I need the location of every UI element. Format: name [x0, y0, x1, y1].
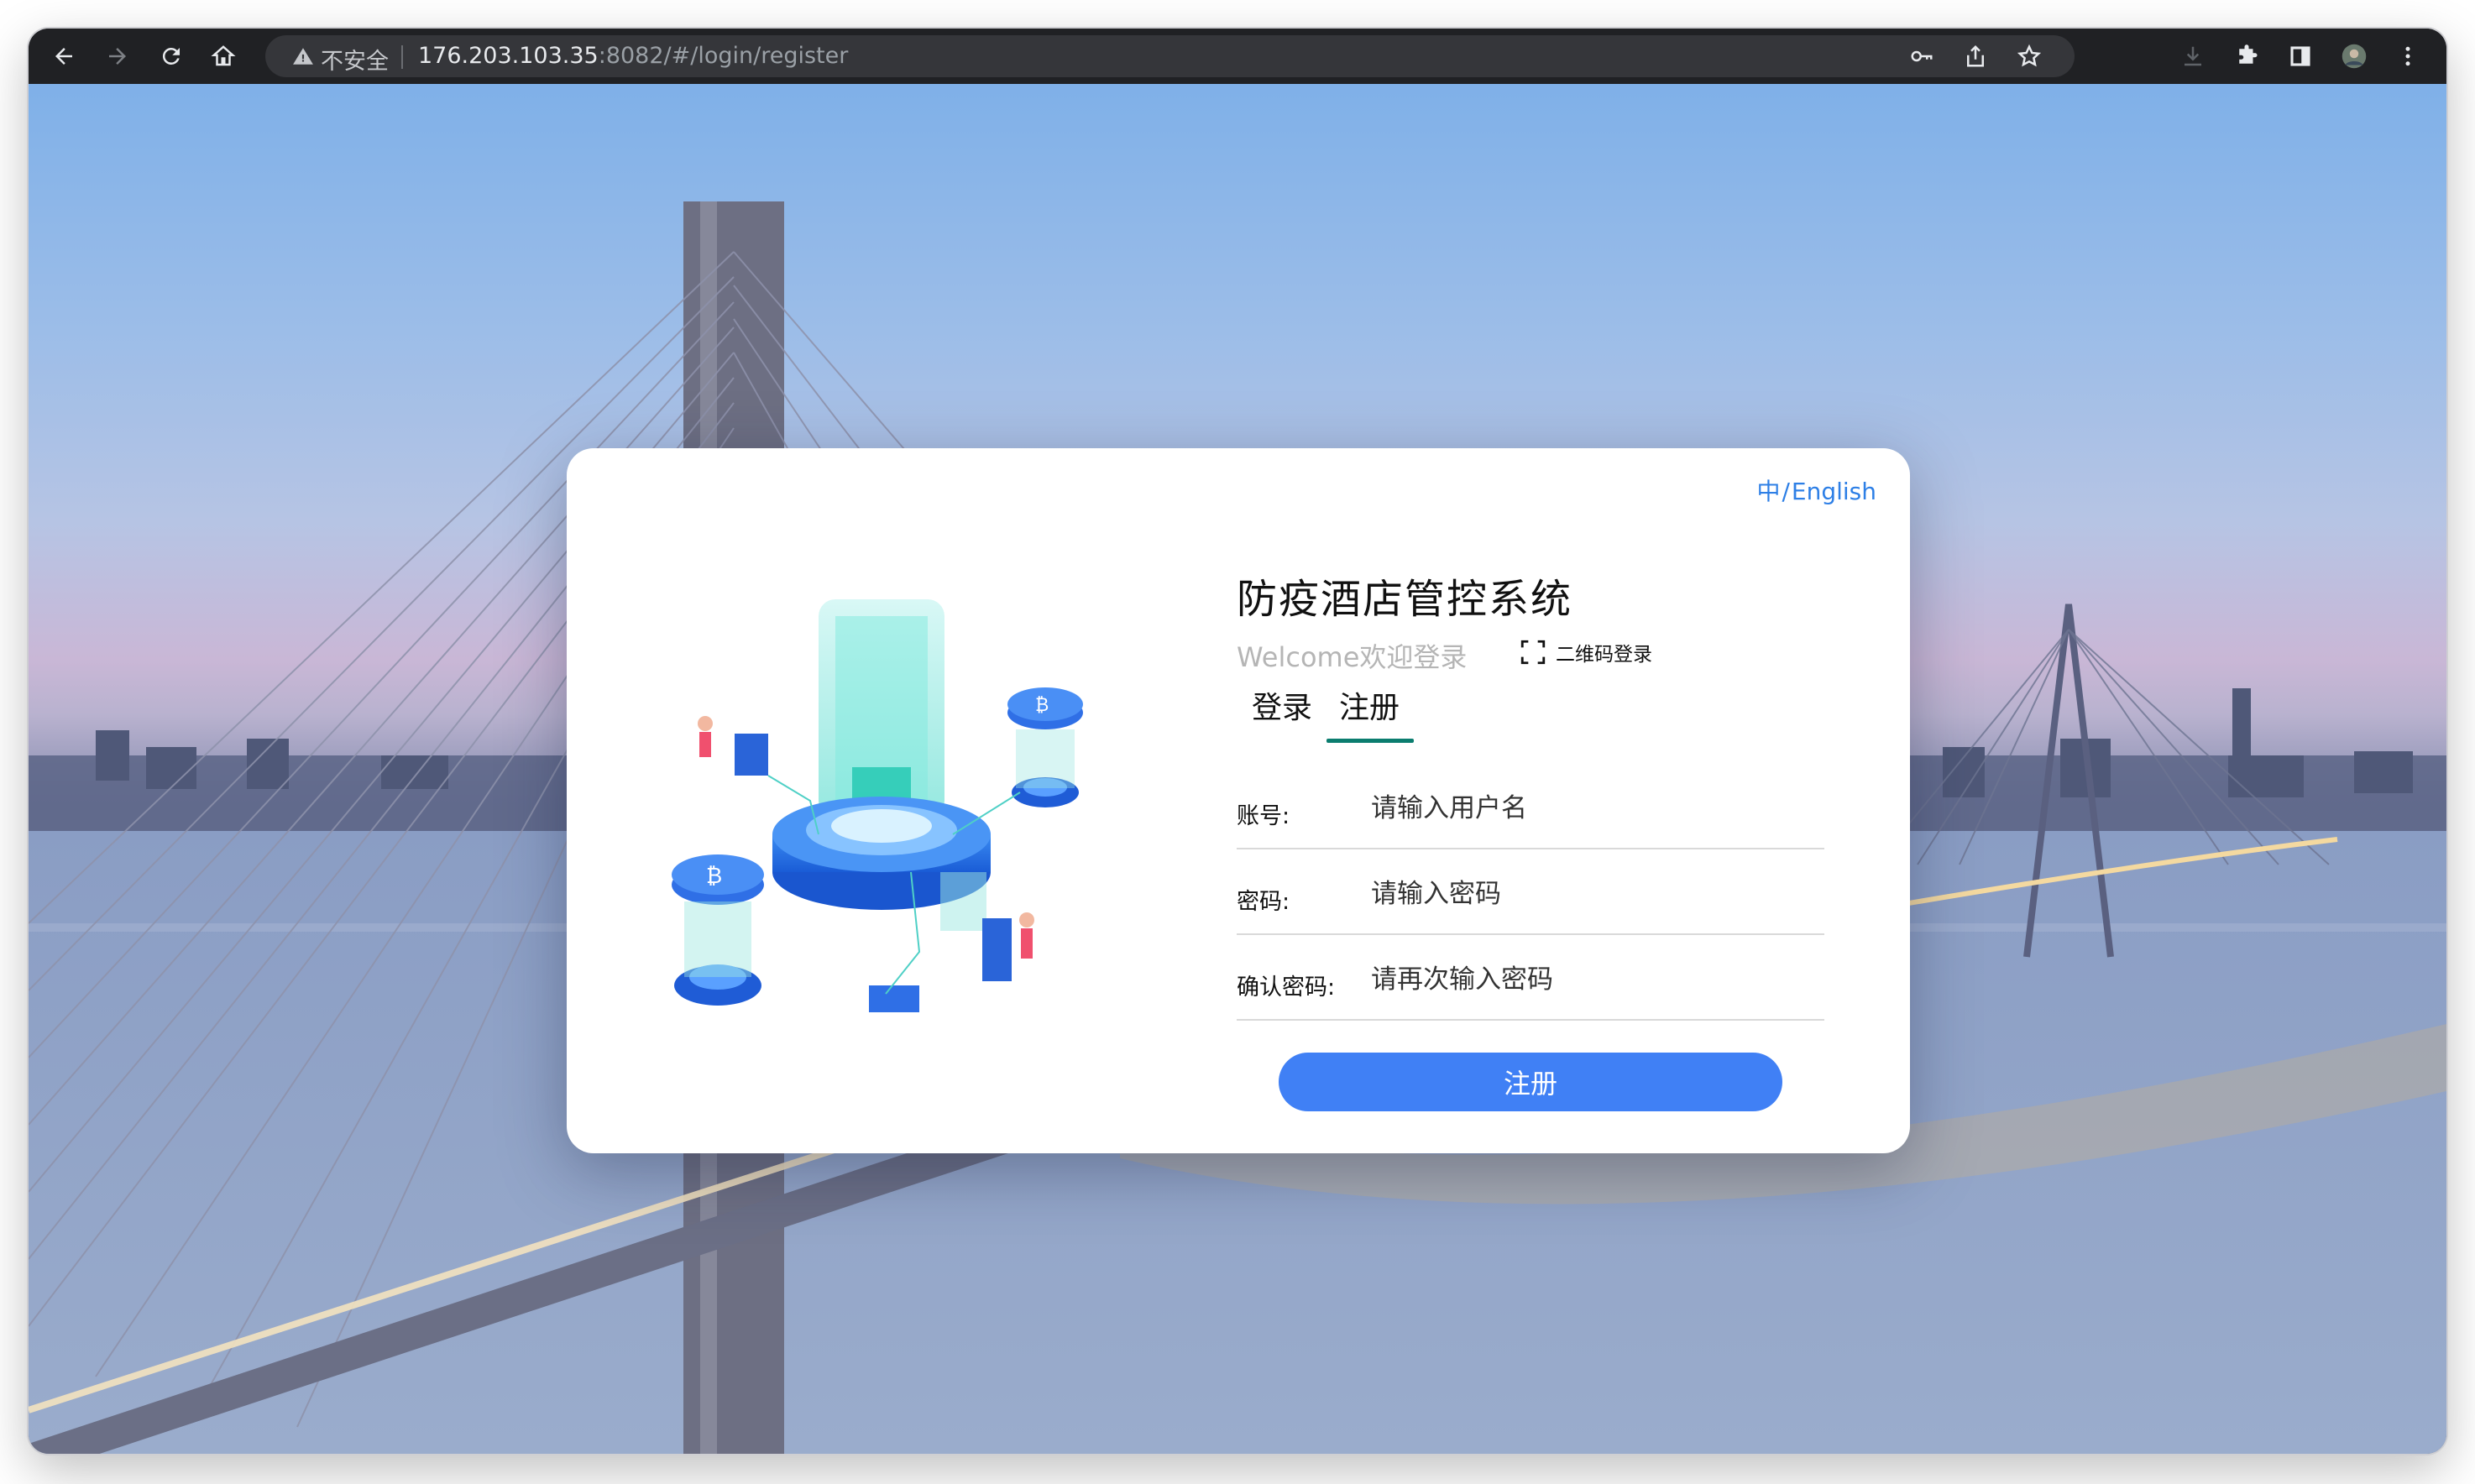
- security-label[interactable]: 不安全: [321, 43, 389, 76]
- qr-login-link[interactable]: 二维码登录: [1519, 638, 1652, 666]
- page-title: 防疫酒店管控系统: [1237, 576, 1573, 623]
- browser-toolbar: 不安全 176.203.103.35:8082/#/login/register: [29, 29, 2446, 84]
- confirm-password-label: 确认密码:: [1237, 975, 1336, 1001]
- lang-zh-link[interactable]: 中: [1756, 478, 1780, 505]
- extensions-icon[interactable]: [2230, 39, 2263, 73]
- username-input[interactable]: [1371, 787, 1808, 829]
- url-path: :8082/#/login/register: [598, 43, 849, 69]
- share-icon[interactable]: [1963, 44, 1988, 69]
- lang-separator: /: [1782, 478, 1790, 505]
- svg-text:₿: ₿: [1035, 695, 1049, 716]
- sidebar-icon[interactable]: [2284, 39, 2317, 73]
- svg-text:₿: ₿: [706, 864, 722, 889]
- reload-icon[interactable]: [154, 39, 188, 73]
- password-label: 密码:: [1237, 889, 1290, 915]
- lang-en-link[interactable]: English: [1792, 478, 1876, 505]
- profile-avatar[interactable]: [2337, 39, 2371, 73]
- address-divider: [401, 45, 403, 69]
- forward-arrow-icon[interactable]: [101, 39, 134, 73]
- confirm-password-input[interactable]: [1371, 959, 1808, 1001]
- tab-register[interactable]: 注册: [1339, 683, 1400, 727]
- scan-frame-icon: [1520, 640, 1546, 665]
- browser-window: 不安全 176.203.103.35:8082/#/login/register: [29, 29, 2446, 1454]
- tab-login[interactable]: 登录: [1252, 683, 1312, 727]
- username-field: 账号:: [1237, 766, 1824, 849]
- url-text[interactable]: 176.203.103.35:8082/#/login/register: [418, 43, 848, 69]
- active-tab-indicator: [1326, 739, 1414, 743]
- register-card: 中/English ₿ ₿ 防疫酒店管控系统 Welcome欢迎登录 二维码登录…: [567, 448, 1910, 1153]
- welcome-subtitle: Welcome欢迎登录: [1237, 641, 1468, 673]
- kebab-menu-icon[interactable]: [2391, 39, 2425, 73]
- password-field: 密码:: [1237, 851, 1824, 935]
- isometric-illustration: ₿ ₿: [672, 599, 1083, 1012]
- warning-icon: [293, 48, 313, 65]
- page-viewport: 中/English ₿ ₿ 防疫酒店管控系统 Welcome欢迎登录 二维码登录…: [29, 84, 2446, 1454]
- qr-login-label: 二维码登录: [1556, 644, 1652, 666]
- key-icon[interactable]: [1909, 44, 1934, 69]
- address-bar[interactable]: 不安全 176.203.103.35:8082/#/login/register: [265, 35, 2075, 77]
- username-label: 账号:: [1237, 803, 1290, 829]
- download-icon[interactable]: [2176, 39, 2210, 73]
- register-button[interactable]: 注册: [1279, 1053, 1782, 1111]
- star-icon[interactable]: [2017, 44, 2042, 69]
- language-switcher: 中/English: [1756, 473, 1876, 507]
- confirm-password-field: 确认密码:: [1237, 937, 1824, 1021]
- back-arrow-icon[interactable]: [47, 39, 81, 73]
- url-host: 176.203.103.35: [418, 43, 599, 69]
- password-input[interactable]: [1371, 873, 1808, 915]
- home-icon[interactable]: [207, 39, 240, 73]
